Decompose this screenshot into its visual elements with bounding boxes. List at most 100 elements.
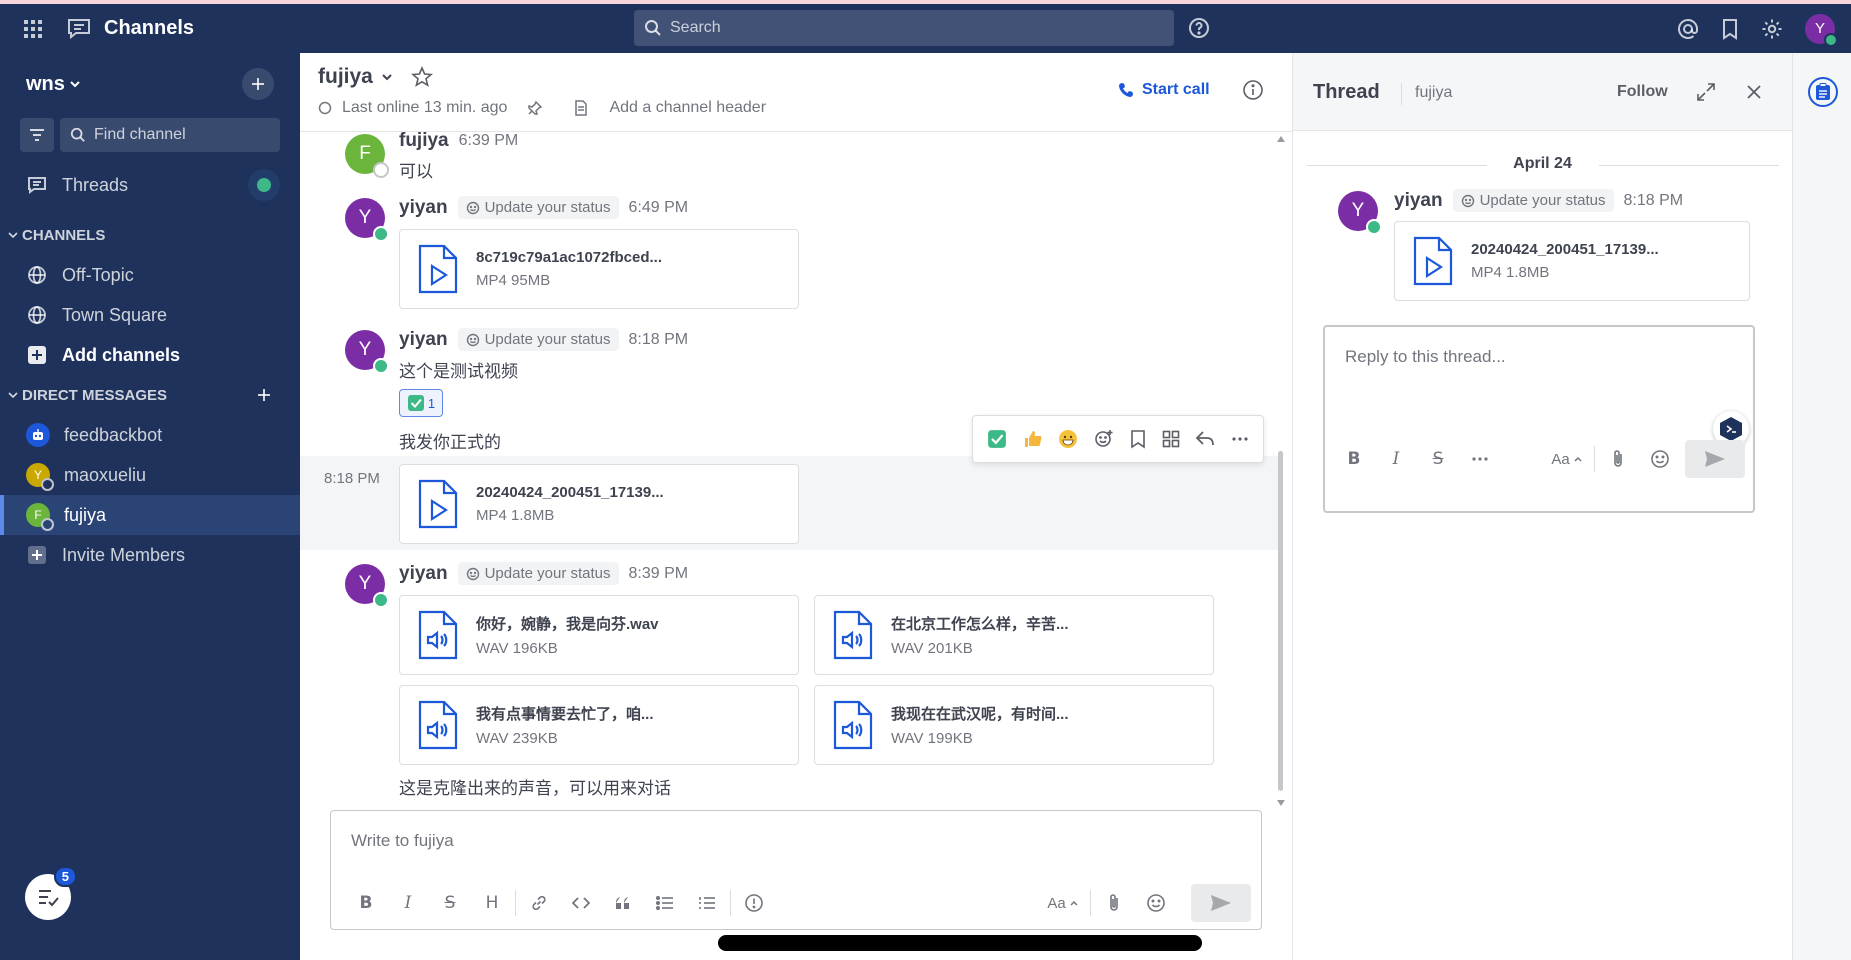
strikethrough-button[interactable]: S — [429, 887, 471, 919]
file-attachment[interactable]: 20240424_200451_17139... MP4 1.8MB — [1394, 221, 1750, 301]
heading-button[interactable]: H — [471, 887, 513, 919]
apps-icon[interactable] — [1162, 430, 1180, 448]
grinning-emoji-icon[interactable] — [1058, 429, 1078, 449]
sidebar-item-off-topic[interactable]: Off-Topic — [0, 255, 300, 295]
message-time[interactable]: 8:39 PM — [629, 565, 689, 583]
settings-gear-icon[interactable] — [1761, 18, 1783, 40]
file-attachment[interactable]: 20240424_200451_17139... MP4 1.8MB — [399, 464, 799, 544]
message-time[interactable]: 8:18 PM — [629, 331, 689, 349]
channel-info-button[interactable] — [1242, 79, 1264, 106]
attach-file-button[interactable] — [1093, 887, 1135, 919]
message-time[interactable]: 8:18 PM — [324, 470, 380, 487]
header-right-controls: Y — [1677, 4, 1851, 53]
filter-button[interactable] — [20, 118, 54, 152]
add-channels-button[interactable]: Add channels — [0, 335, 300, 375]
scroll-up-arrow-icon[interactable] — [1276, 135, 1286, 143]
pin-icon[interactable] — [527, 100, 543, 116]
strikethrough-button[interactable]: S — [1417, 443, 1459, 475]
more-options-icon[interactable] — [1231, 436, 1249, 442]
user-avatar-button[interactable]: Y — [1805, 13, 1838, 47]
sidebar-item-maoxueliu[interactable]: Y maoxueliu — [0, 455, 300, 495]
bulleted-list-button[interactable] — [644, 887, 686, 919]
priority-button[interactable] — [733, 887, 775, 919]
thread-reply-composer[interactable]: Reply to this thread... B I S Aa — [1323, 325, 1755, 513]
emoji-picker-button[interactable] — [1639, 443, 1681, 475]
avatar[interactable]: Y — [345, 198, 389, 242]
sidebar-item-feedbackbot[interactable]: feedbackbot — [0, 415, 300, 455]
update-status-button[interactable]: Update your status — [457, 562, 619, 585]
more-formatting-button[interactable] — [1459, 443, 1501, 475]
emoji-picker-button[interactable] — [1135, 887, 1177, 919]
follow-button[interactable]: Follow — [1617, 83, 1668, 101]
channel-name-button[interactable]: fujiya — [318, 65, 433, 89]
start-call-button[interactable]: Start call — [1118, 81, 1210, 99]
update-status-button[interactable]: Update your status — [457, 196, 619, 219]
quote-button[interactable] — [602, 887, 644, 919]
search-box[interactable]: Search — [634, 10, 1174, 46]
info-icon — [1243, 80, 1263, 100]
add-button[interactable] — [242, 68, 274, 100]
formatting-toggle-button[interactable]: Aa — [1038, 887, 1088, 919]
sidebar-item-threads[interactable]: Threads — [0, 165, 300, 205]
team-menu-button[interactable]: wns — [26, 73, 81, 96]
thumbs-up-emoji-icon[interactable] — [1023, 429, 1043, 449]
message-time[interactable]: 6:49 PM — [629, 199, 689, 217]
product-menu-button[interactable] — [0, 4, 66, 53]
direct-messages-section-header[interactable]: DIRECT MESSAGES — [0, 375, 300, 415]
sidebar-item-fujiya[interactable]: F fujiya — [0, 495, 300, 535]
numbered-list-button[interactable] — [686, 887, 728, 919]
bold-button[interactable]: B — [1333, 443, 1375, 475]
mentions-icon[interactable] — [1677, 18, 1699, 40]
expand-icon[interactable] — [1696, 82, 1716, 102]
avatar[interactable]: F — [345, 134, 389, 178]
attach-file-button[interactable] — [1597, 443, 1639, 475]
sidebar-item-town-square[interactable]: Town Square — [0, 295, 300, 335]
bold-button[interactable]: B — [345, 887, 387, 919]
thread-channel-name[interactable]: fujiya — [1415, 84, 1452, 102]
invite-members-button[interactable]: Invite Members — [0, 535, 300, 575]
update-status-button[interactable]: Update your status — [1452, 189, 1614, 212]
plus-icon[interactable] — [256, 387, 272, 403]
file-attachment[interactable]: 8c719c79a1ac1072fbced... MP4 95MB — [399, 229, 799, 309]
username[interactable]: fujiya — [399, 132, 449, 152]
audio-file-attachment[interactable]: 我现在在武汉呢，有时间... WAV 199KB — [814, 685, 1214, 765]
thread-header: Thread fujiya Follow — [1293, 53, 1792, 131]
italic-button[interactable]: I — [387, 887, 429, 919]
update-status-button[interactable]: Update your status — [457, 328, 619, 351]
link-button[interactable] — [518, 887, 560, 919]
message-time[interactable]: 6:39 PM — [459, 132, 519, 150]
username[interactable]: yiyan — [399, 197, 448, 219]
audio-file-attachment[interactable]: 在北京工作怎么样，辛苦... WAV 201KB — [814, 595, 1214, 675]
star-icon[interactable] — [410, 66, 433, 88]
add-reaction-icon[interactable] — [1094, 429, 1114, 449]
reaction-check[interactable]: 1 — [399, 389, 443, 417]
saved-messages-icon[interactable] — [1721, 18, 1739, 40]
reply-send-button[interactable] — [1685, 440, 1745, 478]
check-mark-emoji-icon[interactable] — [987, 429, 1007, 449]
scrollbar[interactable] — [1278, 451, 1283, 791]
boards-app-button[interactable] — [1808, 77, 1838, 107]
help-button[interactable] — [1188, 17, 1210, 44]
send-button[interactable] — [1191, 884, 1251, 922]
avatar[interactable]: Y — [345, 330, 389, 374]
close-icon[interactable] — [1745, 83, 1763, 101]
save-bookmark-icon[interactable] — [1130, 429, 1146, 449]
audio-file-attachment[interactable]: 你好，婉静，我是向芬.wav WAV 196KB — [399, 595, 799, 675]
message-time[interactable]: 8:18 PM — [1624, 192, 1684, 210]
audio-file-attachment[interactable]: 我有点事情要去忙了，咱... WAV 239KB — [399, 685, 799, 765]
formatting-toggle-button[interactable]: Aa — [1542, 443, 1592, 475]
italic-button[interactable]: I — [1375, 443, 1417, 475]
channels-section-header[interactable]: CHANNELS — [0, 215, 300, 255]
username[interactable]: yiyan — [399, 563, 448, 585]
username[interactable]: yiyan — [399, 329, 448, 351]
find-channel-input[interactable]: Find channel — [60, 118, 280, 152]
reply-icon[interactable] — [1195, 430, 1215, 448]
avatar[interactable]: Y — [1338, 191, 1382, 235]
username[interactable]: yiyan — [1394, 190, 1443, 212]
code-button[interactable] — [560, 887, 602, 919]
add-channel-header-link[interactable]: Add a channel header — [609, 99, 766, 117]
message-composer[interactable]: Write to fujiya B I S H Aa — [330, 810, 1262, 930]
avatar[interactable]: Y — [345, 564, 389, 608]
scroll-down-arrow-icon[interactable] — [1276, 799, 1286, 807]
onboarding-checklist-button[interactable]: 5 — [25, 866, 77, 920]
